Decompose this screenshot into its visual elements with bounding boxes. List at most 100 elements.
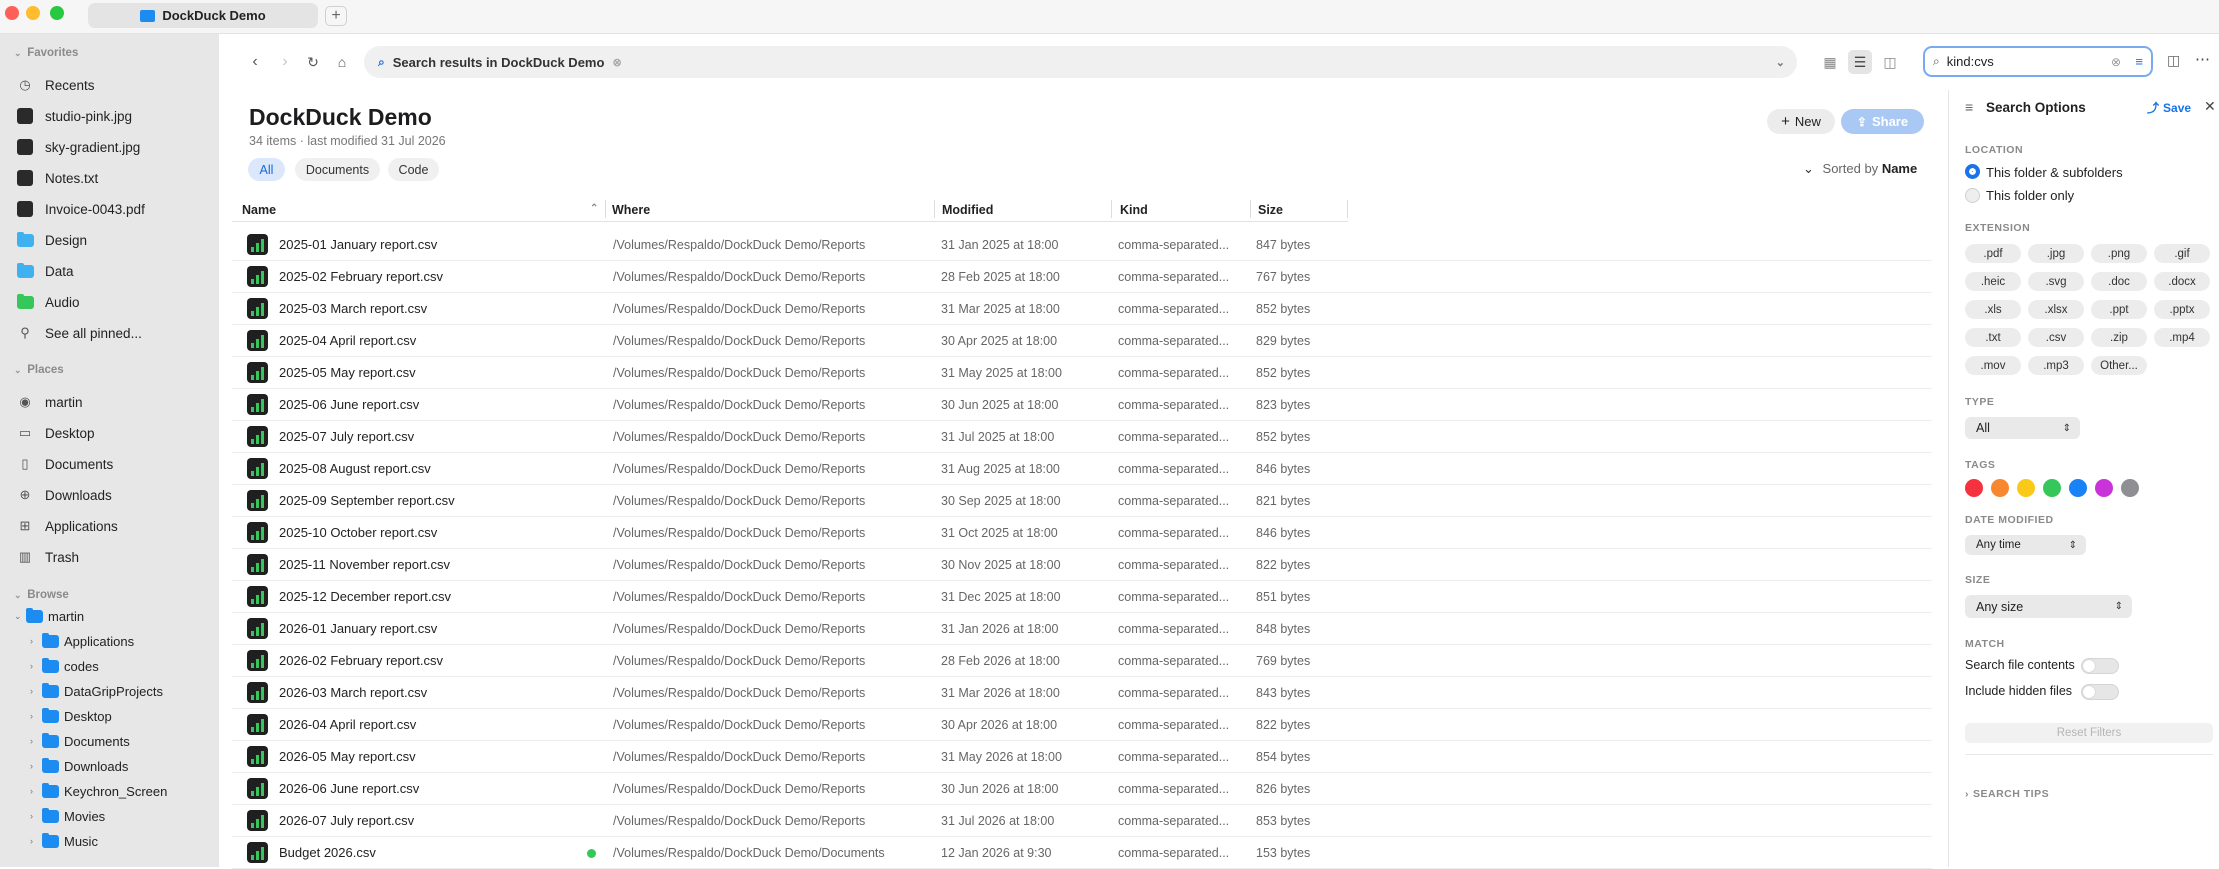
filter-all[interactable]: All bbox=[248, 158, 285, 181]
tag-color-swatch[interactable] bbox=[2017, 479, 2035, 497]
sidebar-item-audio[interactable]: Audio bbox=[16, 291, 80, 313]
path-bar[interactable]: ⌕ Search results in DockDuck Demo ⊗ ⌄ bbox=[364, 46, 1797, 78]
extension-chip[interactable]: .mp4 bbox=[2154, 328, 2210, 347]
sidebar-item-desktop[interactable]: ▭ Desktop bbox=[16, 422, 95, 444]
sidebar-item-data[interactable]: Data bbox=[16, 260, 74, 282]
column-divider[interactable] bbox=[1250, 200, 1251, 218]
browse-root-martin[interactable]: ⌄ martin bbox=[14, 606, 84, 626]
sidebar-item-see-all-pinned[interactable]: ⚲ See all pinned... bbox=[16, 322, 142, 344]
date-modified-select[interactable]: Any time ⇕ bbox=[1965, 535, 2086, 555]
tag-color-swatch[interactable] bbox=[1991, 479, 2009, 497]
filter-documents[interactable]: Documents bbox=[295, 158, 380, 181]
extension-chip[interactable]: .xls bbox=[1965, 300, 2021, 319]
table-row[interactable]: 2026-02 February report.csv/Volumes/Resp… bbox=[232, 645, 1932, 677]
extension-chip[interactable]: .pptx bbox=[2154, 300, 2210, 319]
sidebar-item-sky-gradient-jpg[interactable]: sky-gradient.jpg bbox=[16, 136, 140, 158]
sidebar-toggle-icon[interactable]: ◫ bbox=[2167, 52, 2180, 69]
extension-chip[interactable]: .docx bbox=[2154, 272, 2210, 291]
sidebar-item-trash[interactable]: ▥ Trash bbox=[16, 546, 79, 568]
reset-filters-button[interactable]: Reset Filters bbox=[1965, 723, 2213, 743]
table-row[interactable]: 2026-01 January report.csv/Volumes/Respa… bbox=[232, 613, 1932, 645]
browse-folder-datagripprojects[interactable]: › DataGripProjects bbox=[30, 681, 163, 701]
tab-dockduck-demo[interactable]: DockDuck Demo bbox=[88, 3, 318, 28]
save-search-button[interactable]: ⤴ Save bbox=[2147, 99, 2191, 116]
sidebar-item-downloads[interactable]: ⊕ Downloads bbox=[16, 484, 112, 506]
size-select[interactable]: Any size ⇕ bbox=[1965, 595, 2132, 618]
location-subfolders-radio[interactable] bbox=[1965, 164, 1980, 179]
tag-color-swatch[interactable] bbox=[2069, 479, 2087, 497]
grid-view-icon[interactable]: ▦ bbox=[1818, 50, 1842, 74]
table-row[interactable]: 2025-03 March report.csv/Volumes/Respald… bbox=[232, 293, 1932, 325]
extension-chip[interactable]: Other... bbox=[2091, 356, 2147, 375]
table-row[interactable]: 2025-06 June report.csv/Volumes/Respaldo… bbox=[232, 389, 1932, 421]
location-folder-only-radio[interactable] bbox=[1965, 188, 1980, 203]
forward-button[interactable]: › bbox=[273, 50, 297, 74]
browse-folder-music[interactable]: › Music bbox=[30, 831, 98, 851]
include-hidden-files-toggle[interactable] bbox=[2081, 684, 2119, 700]
close-icon[interactable]: ✕ bbox=[2204, 98, 2216, 115]
table-row[interactable]: 2025-05 May report.csv/Volumes/Respaldo/… bbox=[232, 357, 1932, 389]
table-row[interactable]: 2025-12 December report.csv/Volumes/Resp… bbox=[232, 581, 1932, 613]
sidebar-item-martin[interactable]: ◉ martin bbox=[16, 391, 82, 413]
extension-chip[interactable]: .zip bbox=[2091, 328, 2147, 347]
sidebar-item-applications[interactable]: ⊞ Applications bbox=[16, 515, 118, 537]
table-row[interactable]: 2025-07 July report.csv/Volumes/Respaldo… bbox=[232, 421, 1932, 453]
sidebar-item-notes-txt[interactable]: Notes.txt bbox=[16, 167, 98, 189]
extension-chip[interactable]: .pdf bbox=[1965, 244, 2021, 263]
new-tab-button[interactable]: + bbox=[325, 6, 347, 26]
extension-chip[interactable]: .gif bbox=[2154, 244, 2210, 263]
sidebar-item-design[interactable]: Design bbox=[16, 229, 87, 251]
browse-folder-downloads[interactable]: › Downloads bbox=[30, 756, 128, 776]
clear-search-icon[interactable]: ⊗ bbox=[2111, 55, 2121, 69]
close-window-button[interactable] bbox=[5, 6, 19, 20]
table-row[interactable]: 2026-04 April report.csv/Volumes/Respald… bbox=[232, 709, 1932, 741]
sidebar-item-studio-pink-jpg[interactable]: studio-pink.jpg bbox=[16, 105, 132, 127]
sidebar-item-documents[interactable]: ▯ Documents bbox=[16, 453, 113, 475]
extension-chip[interactable]: .doc bbox=[2091, 272, 2147, 291]
browse-folder-desktop[interactable]: › Desktop bbox=[30, 706, 112, 726]
share-button[interactable]: ⇪ Share bbox=[1841, 109, 1924, 134]
table-row[interactable]: 2025-09 September report.csv/Volumes/Res… bbox=[232, 485, 1932, 517]
table-row[interactable]: 2026-06 June report.csv/Volumes/Respaldo… bbox=[232, 773, 1932, 805]
search-file-contents-toggle[interactable] bbox=[2081, 658, 2119, 674]
table-row[interactable]: 2025-04 April report.csv/Volumes/Respald… bbox=[232, 325, 1932, 357]
sidebar-item-invoice-0043-pdf[interactable]: Invoice-0043.pdf bbox=[16, 198, 145, 220]
table-row[interactable]: Budget 2026.csv/Volumes/Respaldo/DockDuc… bbox=[232, 837, 1932, 869]
extension-chip[interactable]: .mov bbox=[1965, 356, 2021, 375]
browse-folder-documents[interactable]: › Documents bbox=[30, 731, 130, 751]
back-button[interactable]: ‹ bbox=[243, 50, 267, 74]
tag-color-swatch[interactable] bbox=[1965, 479, 1983, 497]
columns-view-icon[interactable]: ◫ bbox=[1878, 50, 1902, 74]
table-row[interactable]: 2026-05 May report.csv/Volumes/Respaldo/… bbox=[232, 741, 1932, 773]
chevron-down-icon[interactable]: ⌄ bbox=[1776, 56, 1785, 69]
column-header-where[interactable]: Where bbox=[602, 203, 932, 221]
table-row[interactable]: 2025-02 February report.csv/Volumes/Resp… bbox=[232, 261, 1932, 293]
column-divider[interactable] bbox=[1347, 200, 1348, 218]
places-header[interactable]: ⌄ Places bbox=[14, 364, 64, 376]
extension-chip[interactable]: .png bbox=[2091, 244, 2147, 263]
column-header-kind[interactable]: Kind bbox=[1110, 203, 1248, 221]
column-header-modified[interactable]: Modified bbox=[932, 203, 1110, 221]
table-row[interactable]: 2025-11 November report.csv/Volumes/Resp… bbox=[232, 549, 1932, 581]
filter-code[interactable]: Code bbox=[388, 158, 439, 181]
tag-color-swatch[interactable] bbox=[2121, 479, 2139, 497]
search-tips-toggle[interactable]: › SEARCH TIPS bbox=[1965, 788, 2049, 800]
column-divider[interactable] bbox=[934, 200, 935, 218]
browse-folder-keychron-screen[interactable]: › Keychron_Screen bbox=[30, 781, 167, 801]
list-view-icon[interactable]: ☰ bbox=[1848, 50, 1872, 74]
table-row[interactable]: 2026-07 July report.csv/Volumes/Respaldo… bbox=[232, 805, 1932, 837]
extension-chip[interactable]: .xlsx bbox=[2028, 300, 2084, 319]
table-row[interactable]: 2025-10 October report.csv/Volumes/Respa… bbox=[232, 517, 1932, 549]
table-row[interactable]: 2026-03 March report.csv/Volumes/Respald… bbox=[232, 677, 1932, 709]
new-button[interactable]: + New bbox=[1767, 109, 1835, 134]
clear-path-icon[interactable]: ⊗ bbox=[612, 56, 621, 69]
extension-chip[interactable]: .txt bbox=[1965, 328, 2021, 347]
column-header-name[interactable]: Name ⌃ bbox=[232, 203, 602, 221]
browse-folder-codes[interactable]: › codes bbox=[30, 656, 99, 676]
browse-header[interactable]: ⌄ Browse bbox=[14, 589, 69, 601]
tag-color-swatch[interactable] bbox=[2095, 479, 2113, 497]
home-button[interactable]: ⌂ bbox=[330, 50, 354, 74]
column-divider[interactable] bbox=[605, 200, 606, 218]
sidebar-item-recents[interactable]: ◷ Recents bbox=[16, 74, 94, 96]
browse-folder-applications[interactable]: › Applications bbox=[30, 631, 134, 651]
